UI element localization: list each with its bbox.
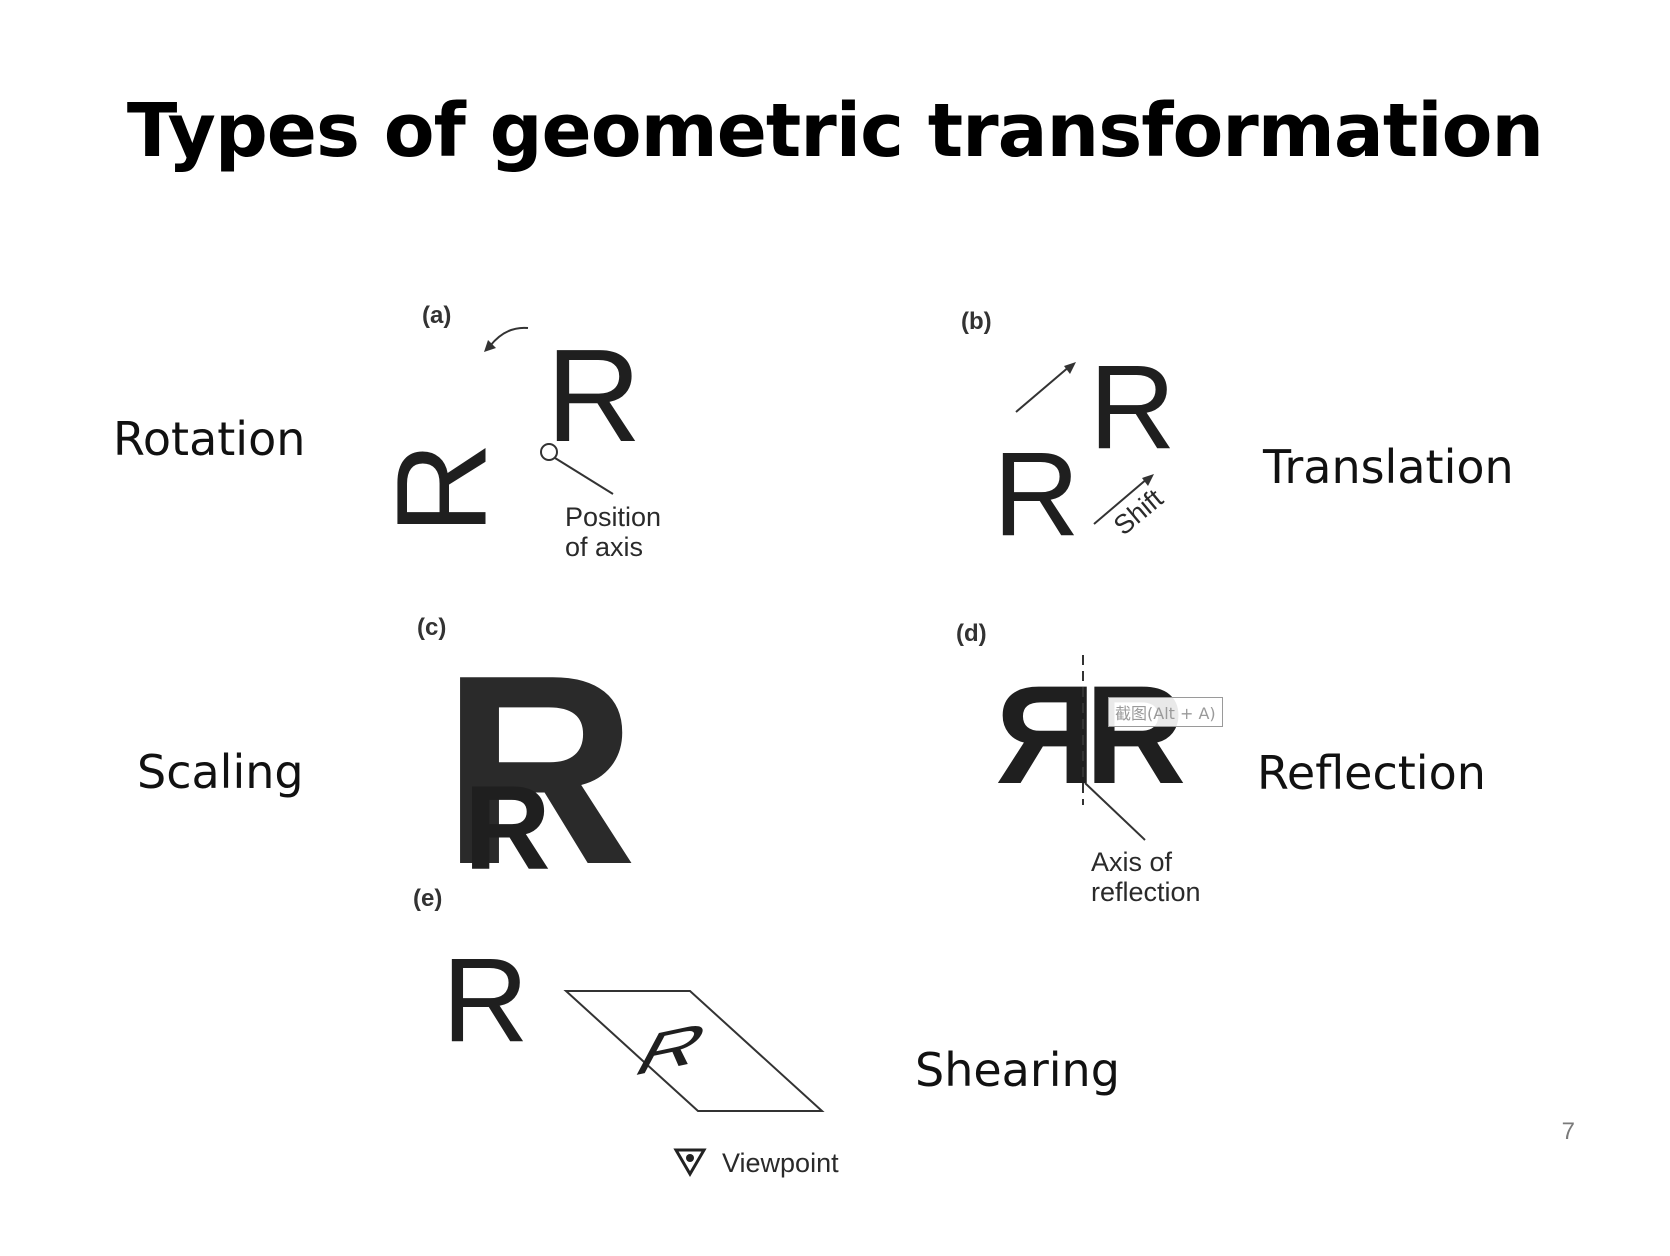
panel-e-label: (e) xyxy=(413,885,443,912)
viewpoint-label: Viewpoint xyxy=(722,1148,839,1178)
axis-pointer-icon xyxy=(540,443,614,495)
rotation-arrow-icon xyxy=(484,326,529,352)
rotation-label: Rotation xyxy=(113,412,306,466)
scaling-label: Scaling xyxy=(137,745,304,799)
translation-arrow-icon xyxy=(1015,362,1076,413)
panel-a-label: (a) xyxy=(422,302,452,329)
page-number: 7 xyxy=(1561,1118,1575,1145)
reflection-label: Reflection xyxy=(1257,746,1486,800)
plain-r: R xyxy=(442,933,529,1067)
shearing-label: Shearing xyxy=(915,1043,1120,1097)
original-r: R xyxy=(993,427,1080,561)
axis-of-reflection-line2: reflection xyxy=(1091,877,1201,907)
position-of-axis-line1: Position xyxy=(565,502,662,532)
panel-d-label: (d) xyxy=(956,620,987,647)
axis-of-reflection-line1: Axis of xyxy=(1091,847,1173,877)
position-of-axis-line2: of axis xyxy=(565,532,644,562)
translated-r: R xyxy=(1089,340,1176,474)
panel-b-label: (b) xyxy=(961,308,992,335)
viewpoint-icon xyxy=(673,1148,707,1177)
rotated-r: R xyxy=(370,442,514,535)
screenshot-tooltip: 截图(Alt + A) xyxy=(1108,697,1223,727)
small-r: R xyxy=(464,761,551,895)
page-title: Types of geometric transformation xyxy=(126,88,1544,174)
translation-label: Translation xyxy=(1263,440,1514,494)
reflection-axis-icon xyxy=(1082,655,1146,841)
